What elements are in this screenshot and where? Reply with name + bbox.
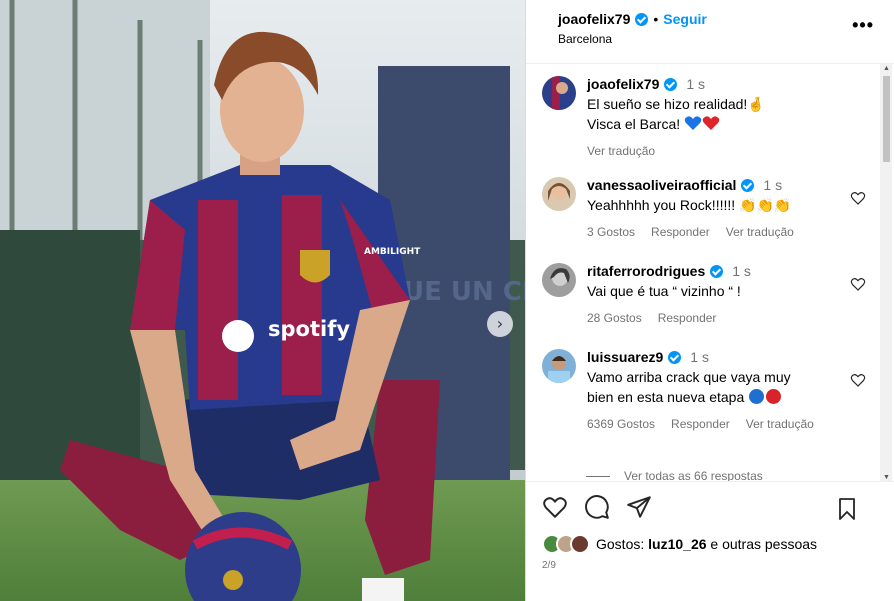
red-heart-icon xyxy=(702,116,720,130)
author-avatar[interactable] xyxy=(542,76,576,110)
share-send-icon[interactable] xyxy=(626,494,652,520)
blue-circle-icon xyxy=(749,389,765,404)
verified-badge-icon xyxy=(664,77,678,91)
comment-username[interactable]: vanessaoliveiraofficial xyxy=(587,175,736,195)
likes-summary[interactable]: Gostos: luz10_26 e outras pessoas xyxy=(542,534,878,554)
commenter-avatar[interactable] xyxy=(542,177,576,211)
verified-badge-icon xyxy=(741,178,755,192)
verified-badge-icon xyxy=(635,12,649,26)
verified-badge-icon xyxy=(668,350,682,364)
more-options-icon[interactable]: ••• xyxy=(852,16,874,34)
instagram-post-modal: MÉS QUE UN CLUB spotify AMBILIGHT xyxy=(0,0,894,601)
blue-heart-icon xyxy=(684,116,702,130)
post-header: joaofelix79 • Seguir Barcelona ••• xyxy=(526,0,894,64)
shirt-sleeve-text: AMBILIGHT xyxy=(364,247,421,257)
red-circle-icon xyxy=(766,389,782,404)
comment-likes[interactable]: 3 Gostos xyxy=(587,222,635,242)
likes-prefix: Gostos: xyxy=(596,536,645,552)
post-location[interactable]: Barcelona xyxy=(558,32,878,46)
scroll-up-arrow-icon[interactable]: ▲ xyxy=(883,65,890,72)
comment-time[interactable]: 1 s xyxy=(690,347,709,367)
slide-counter: 2/9 xyxy=(542,560,556,571)
commenter-avatar[interactable] xyxy=(542,349,576,383)
comment-likes[interactable]: 28 Gostos xyxy=(587,308,642,328)
comment-time[interactable]: 1 s xyxy=(763,175,782,195)
likes-text: Gostos: luz10_26 e outras pessoas xyxy=(596,536,817,552)
liker-avatar xyxy=(570,534,590,554)
reply-link[interactable]: Responder xyxy=(671,414,730,434)
bookmark-icon[interactable] xyxy=(834,496,860,522)
like-comment-heart-icon[interactable] xyxy=(850,190,866,206)
view-replies-text[interactable]: Ver todas as 66 respostas xyxy=(624,471,763,481)
comment-bubble-icon[interactable] xyxy=(584,494,610,520)
liker-username[interactable]: luz10_26 xyxy=(648,536,706,552)
scrollbar-thumb[interactable] xyxy=(883,76,890,162)
comment-text: Yeahhhhh you Rock!!!!!! 👏👏👏 xyxy=(587,197,792,213)
comments-scrollbar[interactable]: ▲ ▼ xyxy=(880,64,892,481)
view-replies-link[interactable]: Ver todas as 66 respostas xyxy=(586,471,763,481)
crossed-fingers-icon: 🤞 xyxy=(747,96,765,112)
comment-text-line-1: Vamo arriba crack que vaya muy xyxy=(587,369,791,385)
scroll-down-arrow-icon[interactable]: ▼ xyxy=(883,474,890,481)
caption-time[interactable]: 1 s xyxy=(686,74,705,94)
reply-link[interactable]: Responder xyxy=(651,222,710,242)
see-translation-link[interactable]: Ver tradução xyxy=(726,222,794,242)
comment-likes[interactable]: 6369 Gostos xyxy=(587,414,655,434)
commenter-avatar[interactable] xyxy=(542,263,576,297)
chevron-right-icon: › xyxy=(496,314,504,333)
verified-badge-icon xyxy=(710,264,724,278)
see-translation-link[interactable]: Ver tradução xyxy=(746,414,814,434)
comment-text-line-2: bien en esta nueva etapa xyxy=(587,387,814,407)
likes-suffix[interactable]: e outras pessoas xyxy=(710,536,817,552)
caption-username[interactable]: joaofelix79 xyxy=(587,74,659,94)
comment-text: Vai que é tua “ vizinho “ ! xyxy=(587,283,741,299)
caption: joaofelix79 1 s El sueño se hizo realida… xyxy=(542,74,894,161)
comment-time[interactable]: 1 s xyxy=(732,261,751,281)
like-comment-heart-icon[interactable] xyxy=(850,276,866,292)
follow-button[interactable]: Seguir xyxy=(663,11,707,27)
reply-link[interactable]: Responder xyxy=(658,308,717,328)
shirt-sponsor-text: spotify xyxy=(268,317,350,341)
post-image: MÉS QUE UN CLUB spotify AMBILIGHT xyxy=(0,0,525,601)
comment-item: vanessaoliveiraofficial 1 s Yeahhhhh you… xyxy=(542,175,894,242)
comments-section[interactable]: joaofelix79 1 s El sueño se hizo realida… xyxy=(526,64,894,481)
caption-line-2: Visca el Barca! xyxy=(587,114,765,134)
comment-username[interactable]: ritaferrorodrigues xyxy=(587,261,705,281)
next-slide-button[interactable]: › xyxy=(487,311,513,337)
separator-dot: • xyxy=(653,11,659,27)
comment-item: ritaferrorodrigues 1 s Vai que é tua “ v… xyxy=(542,261,894,328)
caption-line-1: El sueño se hizo realidad!🤞 xyxy=(587,96,765,112)
post-actions: Gostos: luz10_26 e outras pessoas 2/9 xyxy=(526,481,894,601)
replies-line xyxy=(586,475,610,477)
author-username[interactable]: joaofelix79 xyxy=(558,11,630,27)
see-translation-link[interactable]: Ver tradução xyxy=(587,141,655,161)
post-photo: MÉS QUE UN CLUB spotify AMBILIGHT xyxy=(0,0,525,601)
comment-item: luissuarez9 1 s Vamo arriba crack que va… xyxy=(542,347,894,434)
like-comment-heart-icon[interactable] xyxy=(850,372,866,388)
comment-username[interactable]: luissuarez9 xyxy=(587,347,663,367)
post-side-panel: joaofelix79 • Seguir Barcelona ••• joaof… xyxy=(526,0,894,601)
like-heart-icon[interactable] xyxy=(542,494,568,520)
